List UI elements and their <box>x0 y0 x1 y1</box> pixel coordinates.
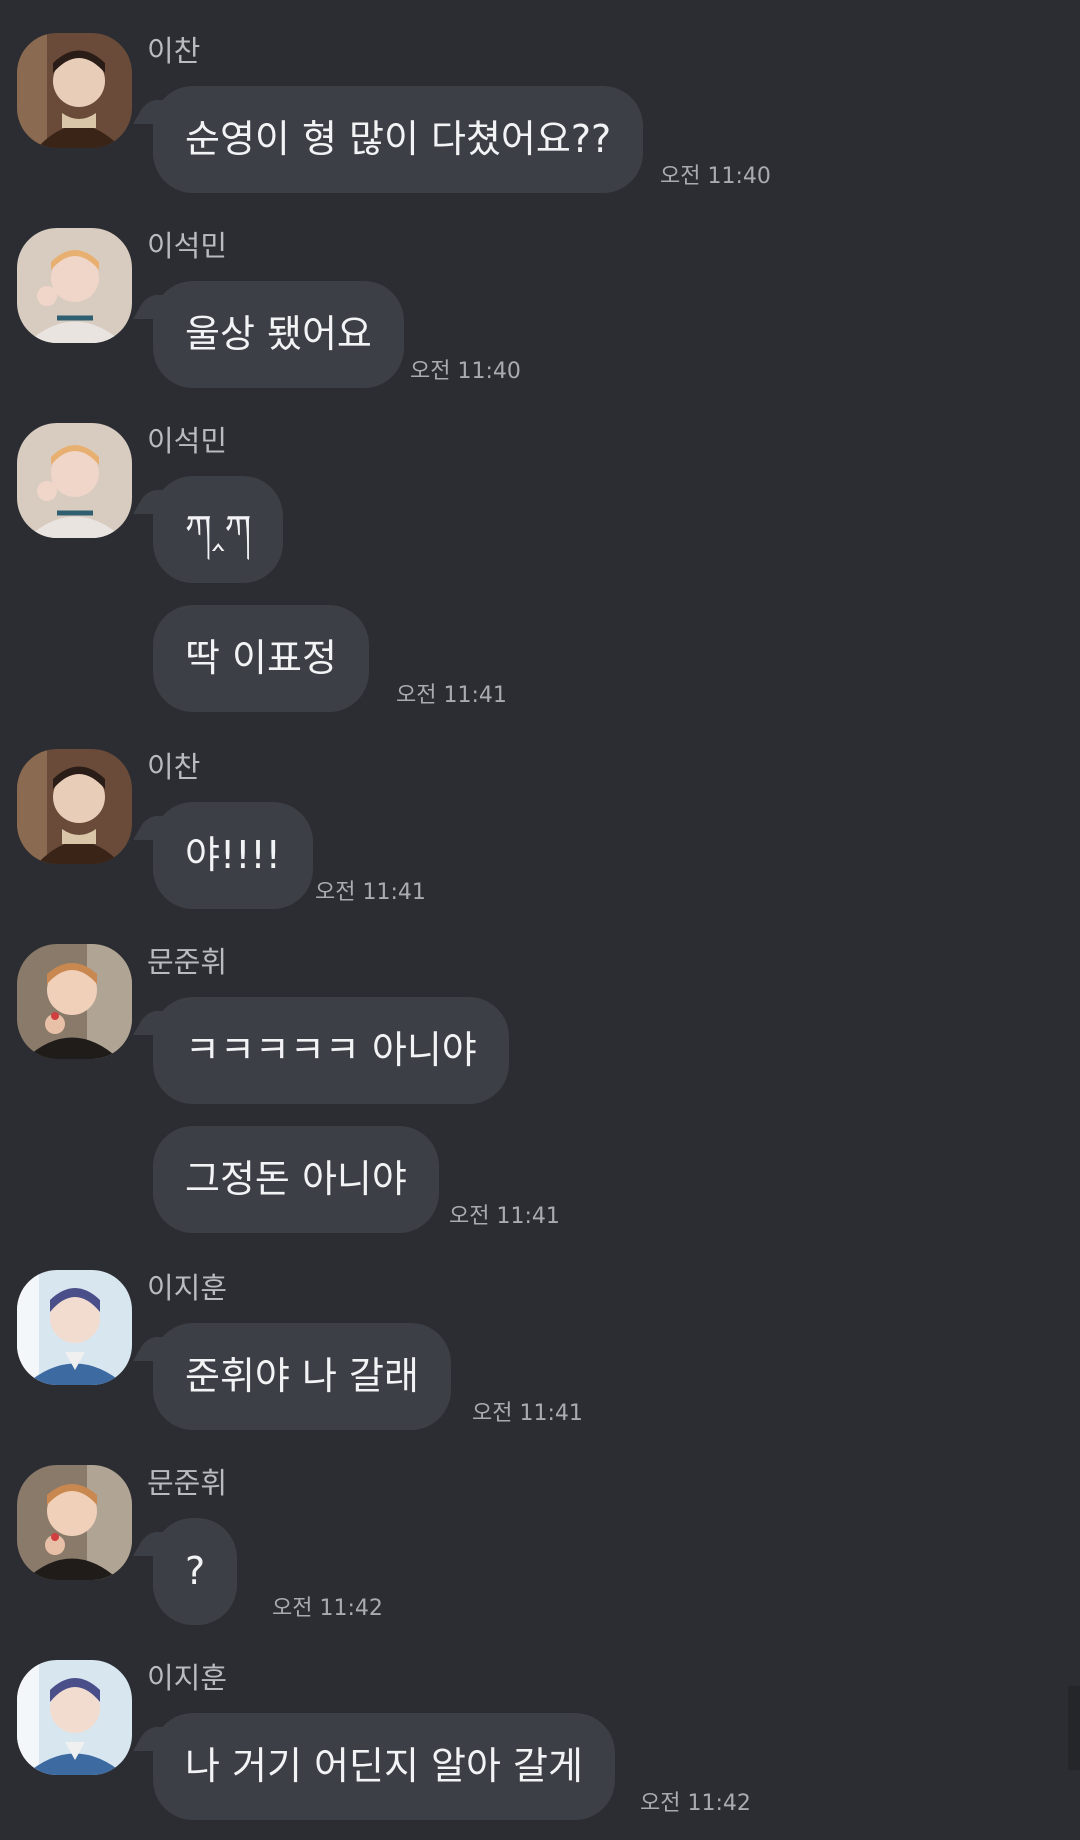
message-bubble[interactable]: 울상 됐어요 <box>153 281 404 388</box>
chan-avatar-icon[interactable] <box>17 749 132 864</box>
message-time: 오전 11:42 <box>640 1791 751 1816</box>
message-time: 오전 11:41 <box>315 880 426 905</box>
seokmin-avatar-icon[interactable] <box>17 228 132 343</box>
message-bubble[interactable]: 나 거기 어딘지 알아 갈게 <box>153 1713 615 1820</box>
message-bubble[interactable]: ㅋㅋㅋㅋㅋ 아니야 <box>153 997 509 1104</box>
sender-name: 이석민 <box>147 229 228 263</box>
message-bubble[interactable]: 순영이 형 많이 다쳤어요?? <box>153 86 644 193</box>
message-bubble[interactable]: ? <box>153 1518 238 1625</box>
sender-name: 이지훈 <box>147 1661 228 1695</box>
jihoon-avatar-icon[interactable] <box>17 1660 132 1775</box>
message-bubble[interactable]: 야!!!! <box>153 802 313 909</box>
chan-avatar-icon[interactable] <box>17 33 132 148</box>
chat-message-list[interactable]: 이찬 순영이 형 많이 다쳤어요?? 오전 11:40 이석민 울상 됐어요 오… <box>0 0 1080 1840</box>
seokmin-avatar-icon[interactable] <box>17 423 132 538</box>
message-bubble[interactable]: 딱 이표정 <box>153 605 369 712</box>
junhui-avatar-icon[interactable] <box>17 944 132 1059</box>
message-time: 오전 11:41 <box>449 1204 560 1229</box>
sender-name: 이찬 <box>147 34 201 68</box>
sender-name: 이석민 <box>147 424 228 458</box>
sender-name: 문준휘 <box>147 945 228 979</box>
jihoon-avatar-icon[interactable] <box>17 1270 132 1385</box>
message-time: 오전 11:40 <box>410 359 521 384</box>
sender-name: 문준휘 <box>147 1466 228 1500</box>
junhui-avatar-icon[interactable] <box>17 1465 132 1580</box>
sender-name: 이지훈 <box>147 1271 228 1305</box>
message-time: 오전 11:42 <box>272 1596 383 1621</box>
scrollbar-thumb[interactable] <box>1068 1686 1080 1770</box>
message-bubble[interactable]: ཀ‸ཀ <box>153 476 284 583</box>
sender-name: 이찬 <box>147 750 201 784</box>
message-bubble[interactable]: 그정돈 아니야 <box>153 1126 439 1233</box>
message-time: 오전 11:41 <box>472 1401 583 1426</box>
message-time: 오전 11:41 <box>396 683 507 708</box>
message-bubble[interactable]: 준휘야 나 갈래 <box>153 1323 451 1430</box>
message-time: 오전 11:40 <box>660 164 771 189</box>
